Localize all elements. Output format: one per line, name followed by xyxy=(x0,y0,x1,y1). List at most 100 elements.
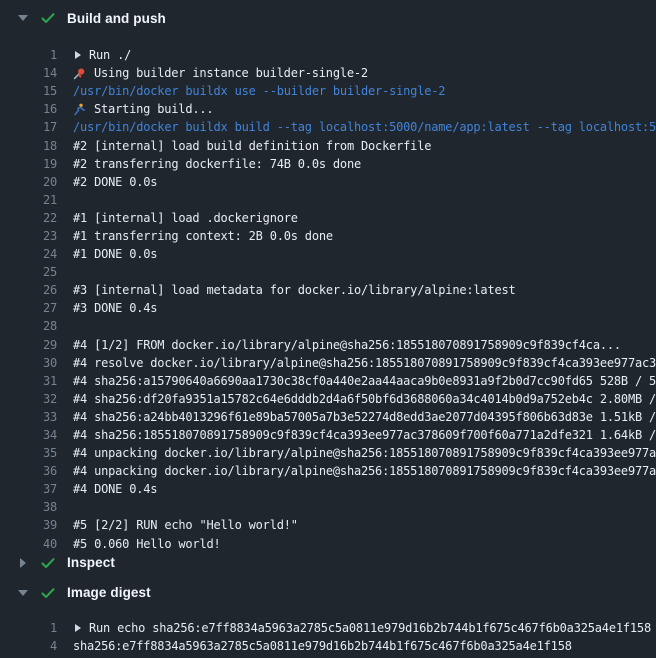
log-line: 37 #4 DONE 0.4s xyxy=(0,480,656,498)
log-text-content: #1 transferring context: 2B 0.0s done xyxy=(73,229,333,243)
line-number[interactable]: 38 xyxy=(0,500,57,514)
line-number[interactable]: 34 xyxy=(0,428,57,442)
log-line: 21 xyxy=(0,191,656,209)
log-text-content: #4 DONE 0.4s xyxy=(73,482,157,496)
log-line: 33 #4 sha256:a24bb4013296f61e89ba57005a7b… xyxy=(0,408,656,426)
log-text: #1 transferring context: 2B 0.0s done xyxy=(73,229,656,243)
step-title: Build and push xyxy=(67,11,166,26)
line-number[interactable]: 4 xyxy=(0,639,57,653)
log-text: Run ./ xyxy=(73,48,656,62)
log-text: Using builder instance builder-single-2 xyxy=(73,66,656,80)
line-number[interactable]: 31 xyxy=(0,374,57,388)
log-line: 24 #1 DONE 0.0s xyxy=(0,245,656,263)
log-line: 31#4 sha256:a15790640a6690aa1730c38cf0a4… xyxy=(0,372,656,390)
line-number[interactable]: 29 xyxy=(0,338,57,352)
chevron-right-icon[interactable] xyxy=(17,558,29,568)
actions-log-viewer: Build and push1Run ./14Using builder ins… xyxy=(0,0,656,658)
log-line: 19 #2 transferring dockerfile: 74B 0.0s d… xyxy=(0,155,656,173)
line-number[interactable]: 18 xyxy=(0,139,57,153)
log-text-content: #4 resolve docker.io/library/alpine@sha2… xyxy=(73,356,656,370)
line-number[interactable]: 25 xyxy=(0,265,57,279)
log-line: 20 #2 DONE 0.0s xyxy=(0,173,656,191)
log-text: #4 DONE 0.4s xyxy=(73,482,656,496)
log-command-text: /usr/bin/docker buildx build --tag local… xyxy=(73,120,656,134)
log-line: 17/usr/bin/docker buildx build --tag loc… xyxy=(0,118,656,136)
log-text: #4 sha256:a24bb4013296f61e89ba57005a7b3e… xyxy=(73,410,656,424)
log-text: #4 unpacking docker.io/library/alpine@sh… xyxy=(73,464,656,478)
log-text-content: #2 transferring dockerfile: 74B 0.0s don… xyxy=(73,157,361,171)
line-number[interactable]: 24 xyxy=(0,247,57,261)
chevron-down-icon[interactable] xyxy=(17,590,29,596)
step-header-image-digest[interactable]: Image digest xyxy=(0,583,656,603)
log-text-content: #4 sha256:df20fa9351a15782c64e6dddb2d4a6… xyxy=(73,392,656,406)
line-number[interactable]: 36 xyxy=(0,464,57,478)
log-text: #2 transferring dockerfile: 74B 0.0s don… xyxy=(73,157,656,171)
line-number[interactable]: 27 xyxy=(0,301,57,315)
log-line: 34#4 sha256:185518070891758909c9f839cf4c… xyxy=(0,426,656,444)
log-text-content: Using builder instance builder-single-2 xyxy=(94,66,368,80)
log-text-content: #2 DONE 0.0s xyxy=(73,175,157,189)
log-text-content: #1 [internal] load .dockerignore xyxy=(73,211,298,225)
line-number[interactable]: 16 xyxy=(0,102,57,116)
line-number[interactable]: 32 xyxy=(0,392,57,406)
log-text-content: #1 DONE 0.0s xyxy=(73,247,157,261)
line-number[interactable]: 33 xyxy=(0,410,57,424)
log-line: 14 Using builder instance builder-single-… xyxy=(0,64,656,82)
step-title: Image digest xyxy=(67,585,151,600)
step-header-inspect[interactable]: Inspect xyxy=(0,553,656,573)
line-number[interactable]: 14 xyxy=(0,66,57,80)
log-text-content: #3 [internal] load metadata for docker.i… xyxy=(73,283,516,297)
log-text-content: #5 [2/2] RUN echo "Hello world!" xyxy=(73,518,298,532)
log-text: #4 sha256:df20fa9351a15782c64e6dddb2d4a6… xyxy=(73,392,656,406)
log-text: #4 resolve docker.io/library/alpine@sha2… xyxy=(73,356,656,370)
line-number[interactable]: 40 xyxy=(0,537,57,551)
line-number[interactable]: 1 xyxy=(0,621,57,635)
log-text-content: #2 [internal] load build definition from… xyxy=(73,139,431,153)
line-number[interactable]: 15 xyxy=(0,84,57,98)
step-title: Inspect xyxy=(67,555,115,570)
line-number[interactable]: 26 xyxy=(0,283,57,297)
log-text: #5 [2/2] RUN echo "Hello world!" xyxy=(73,518,656,532)
log-command-text: /usr/bin/docker buildx use --builder bui… xyxy=(73,84,656,98)
line-number[interactable]: 22 xyxy=(0,211,57,225)
log-line: 15/usr/bin/docker buildx use --builder b… xyxy=(0,82,656,100)
log-text: #5 0.060 Hello world! xyxy=(73,537,656,551)
line-number[interactable]: 19 xyxy=(0,157,57,171)
line-number[interactable]: 37 xyxy=(0,482,57,496)
log-line: 40 #5 0.060 Hello world! xyxy=(0,535,656,553)
log-text: #1 [internal] load .dockerignore xyxy=(73,211,656,225)
chevron-down-icon[interactable] xyxy=(17,15,29,21)
log-text-content: #4 unpacking docker.io/library/alpine@sh… xyxy=(73,464,656,478)
line-number[interactable]: 21 xyxy=(0,193,57,207)
runner-icon xyxy=(73,103,86,116)
log-line: 27#3 DONE 0.4s xyxy=(0,299,656,317)
log-line: 1 Run echo sha256:e7ff8834a5963a2785c5a08… xyxy=(0,619,656,637)
line-number[interactable]: 1 xyxy=(0,48,57,62)
log-text-content: Starting build... xyxy=(94,102,213,116)
line-number[interactable]: 23 xyxy=(0,229,57,243)
line-number[interactable]: 28 xyxy=(0,319,57,333)
log-text-content: Run ./ xyxy=(89,48,131,62)
line-number[interactable]: 17 xyxy=(0,120,57,134)
run-group-expander-icon[interactable] xyxy=(75,51,81,59)
line-number[interactable]: 20 xyxy=(0,175,57,189)
log-line: 30 #4 resolve docker.io/library/alpine@sh… xyxy=(0,354,656,372)
log-line: 28 xyxy=(0,317,656,335)
run-group-expander-icon[interactable] xyxy=(75,624,81,632)
log-text: sha256:e7ff8834a5963a2785c5a0811e979d16b… xyxy=(73,639,656,653)
log-text-content: #4 unpacking docker.io/library/alpine@sh… xyxy=(73,446,656,460)
log-line: 18 #2 [internal] load build definition fr… xyxy=(0,136,656,154)
step-header-build-and-push[interactable]: Build and push xyxy=(0,0,656,36)
line-number[interactable]: 35 xyxy=(0,446,57,460)
check-success-icon xyxy=(40,555,56,571)
log-text-content: sha256:e7ff8834a5963a2785c5a0811e979d16b… xyxy=(73,639,572,653)
log-line: 16 Starting build... xyxy=(0,100,656,118)
log-text: #1 DONE 0.0s xyxy=(73,247,656,261)
log-text: Run echo sha256:e7ff8834a5963a2785c5a081… xyxy=(73,621,656,635)
log-text-content: /usr/bin/docker buildx use --builder bui… xyxy=(73,84,445,98)
line-number[interactable]: 30 xyxy=(0,356,57,370)
log-line: 22 #1 [internal] load .dockerignore xyxy=(0,209,656,227)
log-text: #4 [1/2] FROM docker.io/library/alpine@s… xyxy=(73,338,656,352)
pushpin-icon xyxy=(73,67,86,80)
line-number[interactable]: 39 xyxy=(0,518,57,532)
